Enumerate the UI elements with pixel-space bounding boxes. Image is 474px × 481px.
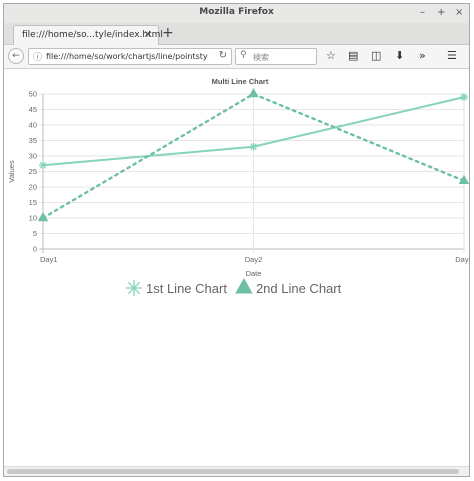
close-window-button[interactable]: × (455, 7, 463, 18)
y-tick-label: 0 (33, 245, 37, 254)
menu-icon[interactable]: ☰ (447, 49, 457, 62)
data-point-star (249, 142, 258, 151)
chart-legend: 1st Line Chart 2nd Line Chart (126, 277, 342, 296)
chart-grid (39, 93, 465, 253)
legend-label: 2nd Line Chart (256, 281, 342, 296)
y-tick-label: 40 (29, 121, 37, 130)
chart-title: Multi Line Chart (212, 77, 269, 86)
browser-window: Mozilla Firefox – + × file:///home/so...… (3, 3, 473, 477)
x-axis-label: Date (246, 269, 262, 278)
y-tick-label: 30 (29, 152, 37, 161)
window-title: Mozilla Firefox (199, 7, 274, 17)
search-bar[interactable]: ⚲ 検索 (235, 48, 317, 65)
search-placeholder[interactable]: 検索 (253, 52, 269, 63)
horizontal-scrollbar[interactable] (4, 466, 469, 476)
data-point-triangle (248, 87, 259, 98)
url-bar[interactable]: ⓘ file:///home/so/work/chartjs/line/poin… (28, 48, 232, 65)
legend-star-icon (126, 280, 142, 296)
y-tick-label: 35 (29, 136, 37, 145)
pocket-icon[interactable]: ◫ (371, 49, 381, 62)
y-tick-label: 25 (29, 167, 37, 176)
overflow-icon[interactable]: » (419, 49, 426, 62)
y-tick-label: 10 (29, 214, 37, 223)
x-tick-label: Day3 (455, 255, 470, 264)
download-icon[interactable]: ⬇ (395, 49, 404, 62)
reload-icon[interactable]: ↻ (219, 50, 227, 61)
minimize-button[interactable]: – (420, 7, 425, 18)
y-tick-label: 45 (29, 105, 37, 114)
line-chart: Multi Line Chart 0 5 10 15 20 25 30 35 40 45 50 Da… (7, 77, 473, 296)
x-axis-ticks: Day1 Day2 Day3 (40, 255, 473, 264)
page-content: Multi Line Chart 0 5 10 15 20 25 30 35 40 45 50 Da… (4, 69, 473, 466)
legend-item-2: 2nd Line Chart (235, 277, 342, 296)
y-tick-label: 20 (29, 183, 37, 192)
url-text[interactable]: file:///home/so/work/chartjs/line/points… (46, 52, 211, 61)
data-point-star (460, 93, 468, 102)
data-point-star (39, 161, 47, 170)
tab-index-html[interactable]: file:///home/so...tyle/index.html × (13, 25, 163, 45)
new-tab-button[interactable]: + (162, 25, 174, 41)
reader-icon[interactable]: ▤ (348, 49, 358, 62)
scrollbar-thumb[interactable] (7, 469, 459, 474)
maximize-button[interactable]: + (437, 7, 445, 18)
y-axis-ticks: 0 5 10 15 20 25 30 35 40 45 50 (29, 90, 37, 254)
tab-close-button[interactable]: × (144, 29, 152, 40)
legend-triangle-icon (235, 277, 253, 294)
back-icon: ← (12, 51, 20, 61)
x-tick-label: Day1 (40, 255, 58, 264)
star-icon[interactable]: ☆ (326, 49, 336, 62)
navigation-toolbar: ← ⓘ file:///home/so/work/chartjs/line/po… (4, 45, 469, 69)
y-tick-label: 5 (33, 229, 37, 238)
x-tick-label: Day2 (245, 255, 263, 264)
legend-item-1: 1st Line Chart (126, 280, 227, 296)
y-axis-label: Values (7, 160, 16, 183)
search-icon: ⚲ (240, 50, 247, 60)
title-bar: Mozilla Firefox – + × (4, 4, 469, 23)
tab-title: file:///home/so...tyle/index.html (22, 30, 163, 40)
info-icon[interactable]: ⓘ (33, 50, 42, 63)
y-tick-label: 15 (29, 198, 37, 207)
tab-bar: file:///home/so...tyle/index.html × + (4, 23, 469, 45)
legend-label: 1st Line Chart (146, 281, 227, 296)
back-button[interactable]: ← (8, 48, 24, 64)
y-tick-label: 50 (29, 90, 37, 99)
